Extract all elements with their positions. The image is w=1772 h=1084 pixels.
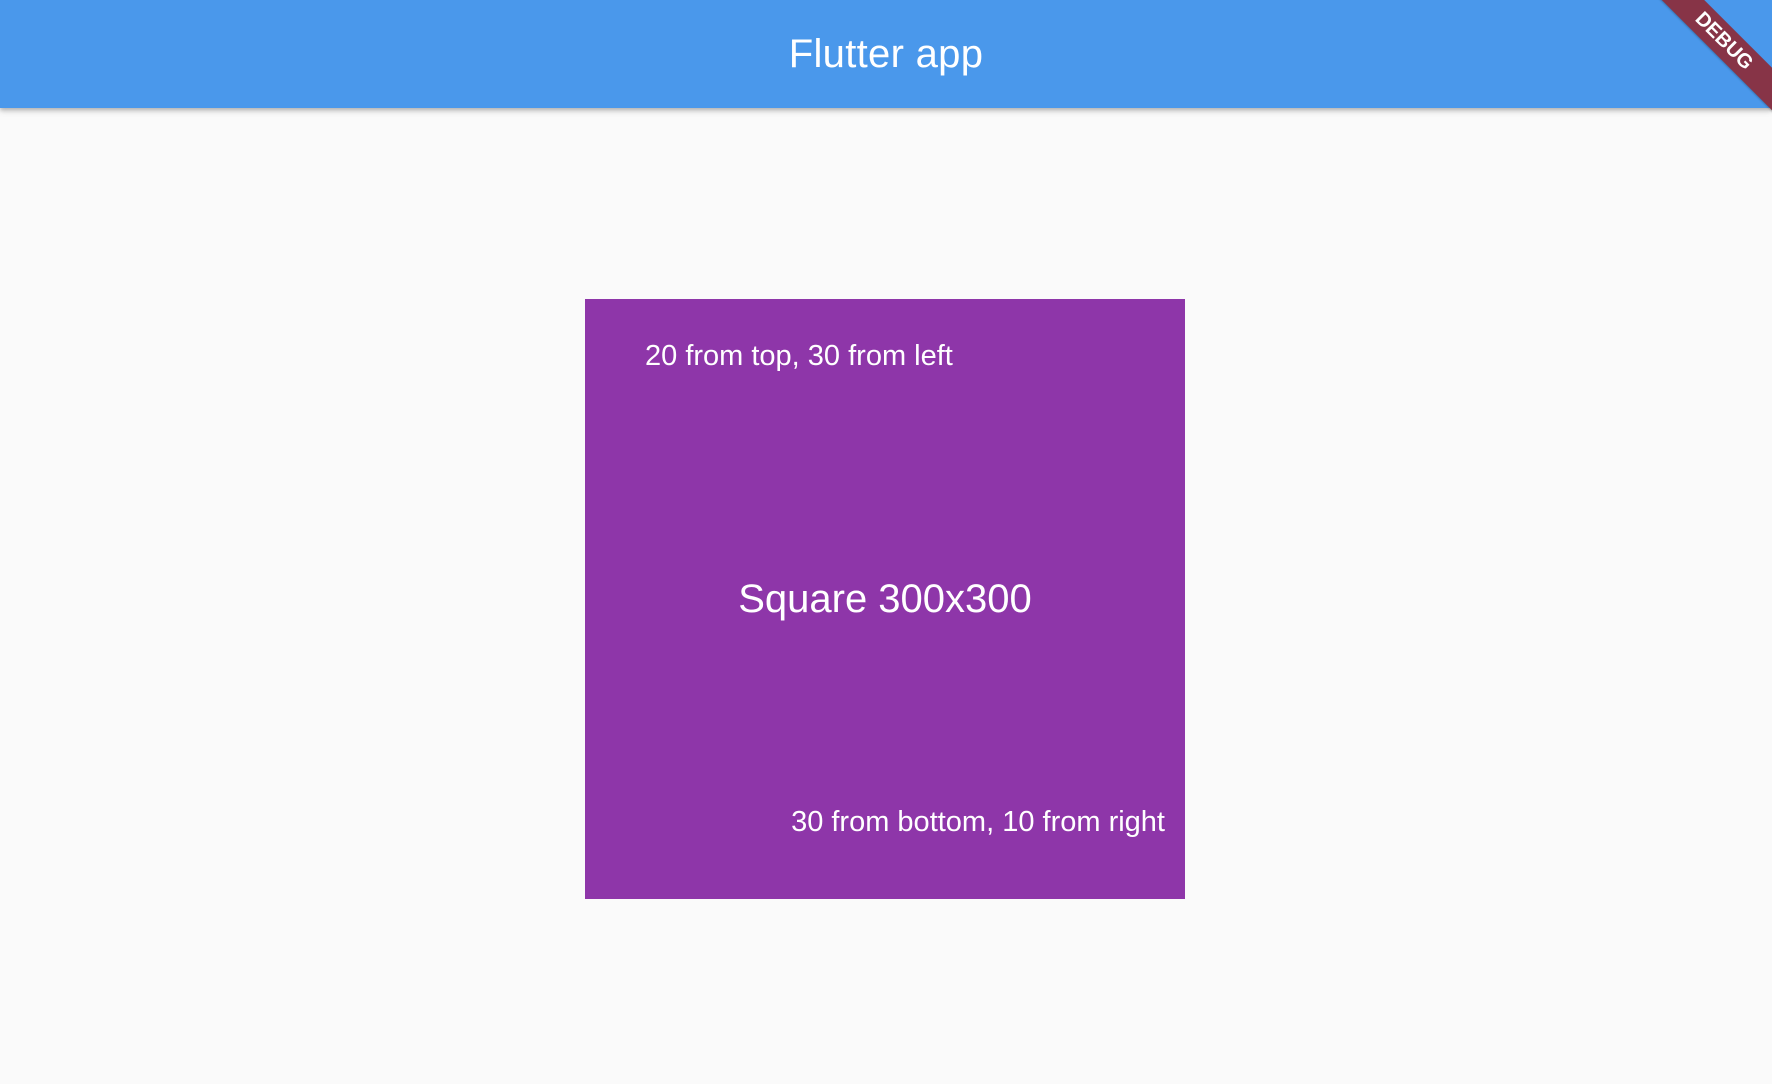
app-bar-title: Flutter app (788, 32, 984, 76)
center-label: Square 300x300 (738, 577, 1032, 621)
app-bar: Flutter app (0, 0, 1772, 108)
top-left-label: 20 from top, 30 from left (645, 340, 953, 372)
purple-square: 20 from top, 30 from left Square 300x300… (585, 299, 1185, 899)
app-window: Flutter app 20 from top, 30 from left Sq… (0, 0, 1772, 1084)
bottom-right-label: 30 from bottom, 10 from right (791, 806, 1165, 838)
